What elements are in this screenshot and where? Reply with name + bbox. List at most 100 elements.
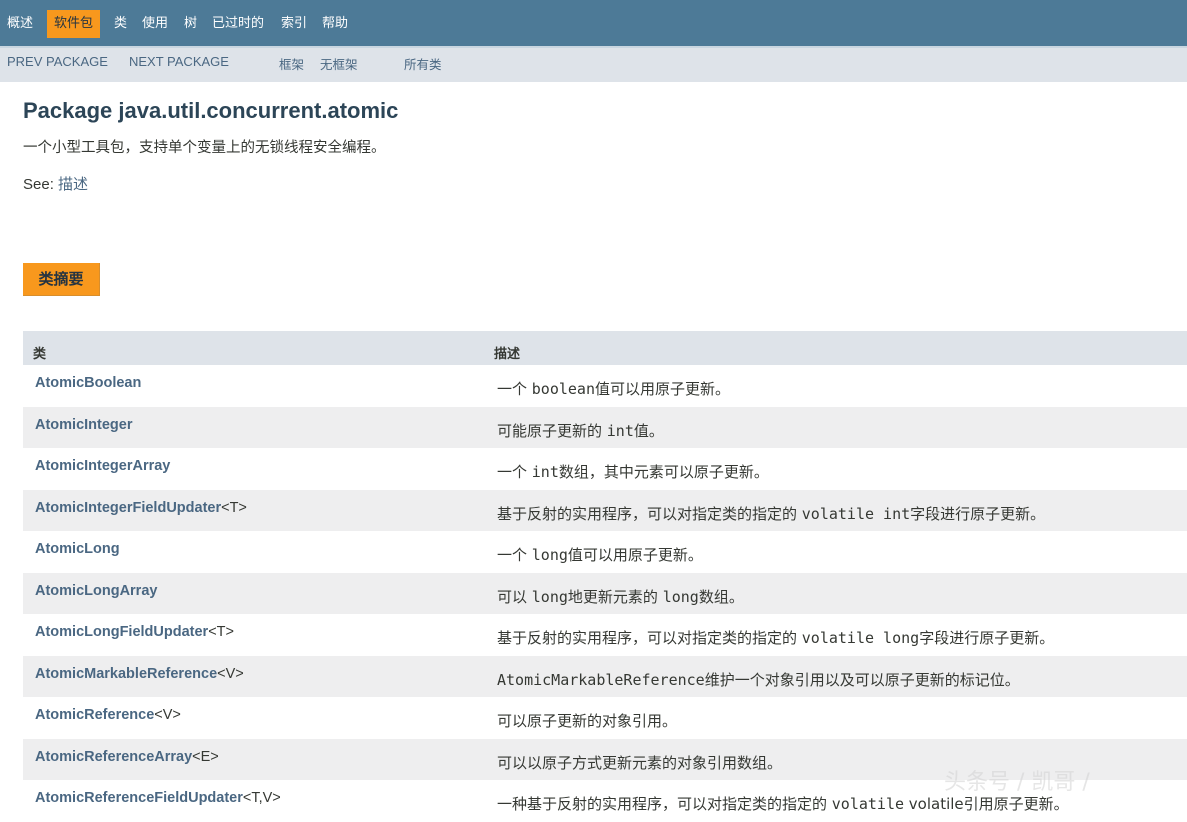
no-frames-link[interactable]: 无框架 [320,54,358,73]
nav-tree[interactable]: 树 [184,10,197,38]
class-name-cell: AtomicMarkableReference<V> [35,666,244,682]
class-summary-tab: 类摘要 [23,263,100,296]
see-also: See: 描述 [23,173,88,194]
class-description-cell: 可以 long地更新元素的 long数组。 [497,586,744,607]
class-description-cell: 一个 long值可以用原子更新。 [497,544,703,565]
description-text: 值可以用原子更新。 [567,546,703,564]
description-text: 一个 [497,546,532,564]
type-parameter: <V> [217,665,244,682]
code-text: int [531,463,559,481]
class-link[interactable]: AtomicLongArray [35,583,157,599]
code-text: AtomicMarkableReference [497,670,705,689]
class-name-cell: AtomicBoolean [35,375,141,391]
description-text: 维护一个对象引用以及可以原子更新的标记位。 [704,670,1020,689]
description-text: 可以原子更新的对象引用。 [497,712,678,730]
nav-index[interactable]: 索引 [281,10,307,38]
type-parameter: <T> [208,624,234,640]
next-package-link[interactable]: NEXT PACKAGE [129,54,229,69]
table-row: AtomicLongFieldUpdater<T> 基于反射的实用程序，可以对指定… [23,614,1187,656]
all-classes-link[interactable]: 所有类 [404,54,442,73]
class-description-cell: AtomicMarkableReference维护一个对象引用以及可以原子更新的… [497,669,1020,690]
description-text: 可以 [497,587,532,606]
nav-help[interactable]: 帮助 [322,10,348,38]
nav-use[interactable]: 使用 [142,10,168,38]
table-row: AtomicReferenceArray<E> 可以以原子方式更新元素的对象引用数… [23,738,1187,780]
class-name-cell: AtomicLongFieldUpdater<T> [35,624,234,640]
class-name-cell: AtomicReferenceArray<E> [35,749,219,765]
class-name-cell: AtomicLong [35,541,120,557]
type-parameter: <T,V> [242,790,281,806]
column-header-class: 类 [33,347,47,362]
table-row: AtomicReference<V> 可以原子更新的对象引用。 [23,697,1187,739]
code-text: volatile long [801,629,920,647]
nav-class[interactable]: 类 [114,10,127,38]
code-text: long [531,546,568,564]
table-row: AtomicBoolean 一个 boolean值可以用原子更新。 [23,365,1187,407]
class-description-cell: 可以原子更新的对象引用。 [497,710,677,731]
code-text: long [531,587,568,606]
class-link[interactable]: AtomicLongFieldUpdater [35,624,208,640]
class-description-cell: 一种基于反射的实用程序，可以对指定类的指定的 volatile volatile… [497,793,1069,814]
description-text: 可以以原子方式更新元素的对象引用数组。 [497,753,783,772]
class-description-cell: 基于反射的实用程序，可以对指定类的指定的 volatile long字段进行原子… [497,627,1054,648]
class-description-cell: 可以以原子方式更新元素的对象引用数组。 [497,752,782,773]
table-row: AtomicLongArray 可以 long地更新元素的 long数组。 [23,572,1187,614]
class-name-cell: AtomicReference<V> [35,707,181,723]
frames-link[interactable]: 框架 [279,54,304,73]
nav-package-active[interactable]: 软件包 [47,10,101,38]
class-description-cell: 基于反射的实用程序，可以对指定类的指定的 volatile int字段进行原子更… [497,503,1045,524]
page-title: Package java.util.concurrent.atomic [23,98,399,123]
class-description-cell: 一个 int数组，其中元素可以原子更新。 [497,461,769,482]
description-link[interactable]: 描述 [58,176,88,193]
description-text: 基于反射的实用程序，可以对指定类的指定的 [497,629,802,647]
table-row: AtomicMarkableReference<V> AtomicMarkable… [23,655,1187,697]
description-text: 字段进行原子更新。 [919,629,1055,647]
see-label: See: [23,176,59,193]
description-text: 基于反射的实用程序，可以对指定类的指定的 [497,504,802,523]
table-body: AtomicBoolean 一个 boolean值可以用原子更新。 AtomicIn… [23,365,1187,822]
class-name-cell: AtomicReferenceFieldUpdater<T,V> [35,790,281,806]
class-link[interactable]: AtomicIntegerFieldUpdater [35,500,221,516]
class-link[interactable]: AtomicReference [35,707,154,723]
code-text: volatile int [801,504,911,523]
prev-package-link[interactable]: PREV PACKAGE [7,54,108,69]
class-link[interactable]: AtomicIntegerArray [35,458,170,474]
table-row: AtomicIntegerArray 一个 int数组，其中元素可以原子更新。 [23,448,1187,490]
nav-deprecated[interactable]: 已过时的 [212,10,264,38]
top-navbar: 概述 软件包 类 使用 树 已过时的 索引 帮助 [0,0,1187,48]
class-name-cell: AtomicInteger [35,417,133,433]
table-header: 类 描述 [23,331,1187,365]
class-link[interactable]: AtomicBoolean [35,375,141,391]
class-link[interactable]: AtomicReferenceArray [35,749,192,765]
class-link[interactable]: AtomicLong [35,541,120,557]
class-link[interactable]: AtomicInteger [35,417,133,433]
class-link[interactable]: AtomicMarkableReference [35,666,217,682]
description-text: 数组。 [698,587,744,606]
sub-navbar: PREV PACKAGE NEXT PACKAGE 框架 无框架 所有类 [0,48,1187,82]
type-parameter: <V> [154,707,181,723]
description-text: 可能原子更新的 [497,421,607,440]
description-text: 值可以用原子更新。 [595,380,731,398]
nav-overview[interactable]: 概述 [7,10,33,38]
description-text: 一个 [497,463,532,481]
class-name-cell: AtomicLongArray [35,583,157,599]
description-text: 一个 [497,380,532,398]
class-description-cell: 可能原子更新的 int值。 [497,420,664,441]
table-row: AtomicReferenceFieldUpdater<T,V> 一种基于反射的实… [23,780,1187,822]
description-text: 地更新元素的 [567,587,663,606]
class-link[interactable]: AtomicReferenceFieldUpdater [35,790,243,806]
code-text: long [662,587,699,606]
description-text: 值。 [633,421,664,440]
code-text: int [606,421,634,440]
description-text: 数组，其中元素可以原子更新。 [558,463,769,481]
class-name-cell: AtomicIntegerArray [35,458,170,474]
table-row: AtomicLong 一个 long值可以用原子更新。 [23,531,1187,573]
description-text: 一种基于反射的实用程序，可以对指定类的指定的 [497,795,832,813]
class-description-cell: 一个 boolean值可以用原子更新。 [497,378,730,399]
class-name-cell: AtomicIntegerFieldUpdater<T> [35,500,247,516]
package-description: 一个小型工具包，支持单个变量上的无锁线程安全编程。 [23,140,386,156]
table-row: AtomicIntegerFieldUpdater<T> 基于反射的实用程序，可以… [23,489,1187,531]
code-text: volatile [831,795,905,813]
table-row: AtomicInteger 可能原子更新的 int值。 [23,406,1187,448]
description-text: volatile引用原子更新。 [904,795,1069,813]
